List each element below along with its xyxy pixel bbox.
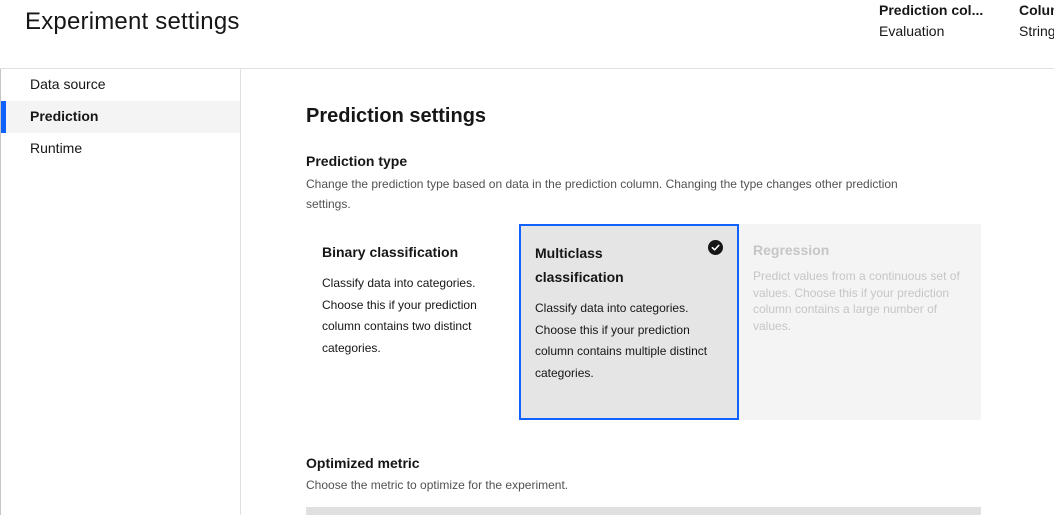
optimized-metric-helper: Choose the metric to optimize for the ex… [306,478,569,492]
meta-value: String [1019,23,1054,39]
prediction-type-heading: Prediction type [306,153,408,169]
meta-label: Prediction col... [879,2,984,18]
meta-column-type: Colum String [1019,2,1054,40]
optimized-metric-heading: Optimized metric [306,455,420,471]
settings-sidebar: Data source Prediction Runtime [1,69,241,515]
sidebar-item-data-source[interactable]: Data source [1,69,240,101]
optimized-metric-dropdown[interactable] [306,507,981,515]
settings-main: Prediction settings Prediction type Chan… [242,70,1054,515]
page-header: Experiment settings Prediction col... Ev… [0,0,1054,69]
tile-title: Binary classification [322,244,459,260]
sidebar-item-runtime[interactable]: Runtime [1,133,240,165]
sidebar-item-prediction[interactable]: Prediction [1,101,240,133]
meta-label: Colum [1019,2,1054,18]
tile-description: Classify data into categories. Choose th… [535,301,708,380]
tile-regression: Regression Predict values from a continu… [739,224,981,420]
tile-multiclass-classification[interactable]: Multiclass classification Classify data … [519,224,739,420]
checkmark-filled-icon [708,240,723,255]
tile-title: Multiclass classification [535,245,624,285]
prediction-type-helper: Change the prediction type based on data… [306,177,898,211]
tile-binary-classification[interactable]: Binary classification Classify data into… [306,224,519,420]
tile-title: Regression [753,242,830,258]
meta-prediction-column: Prediction col... Evaluation [879,2,994,40]
section-title: Prediction settings [306,105,487,127]
page-title: Experiment settings [25,8,240,35]
meta-value: Evaluation [879,23,945,39]
tile-description: Predict values from a continuous set of … [753,269,960,334]
tile-description: Classify data into categories. Choose th… [322,276,477,355]
